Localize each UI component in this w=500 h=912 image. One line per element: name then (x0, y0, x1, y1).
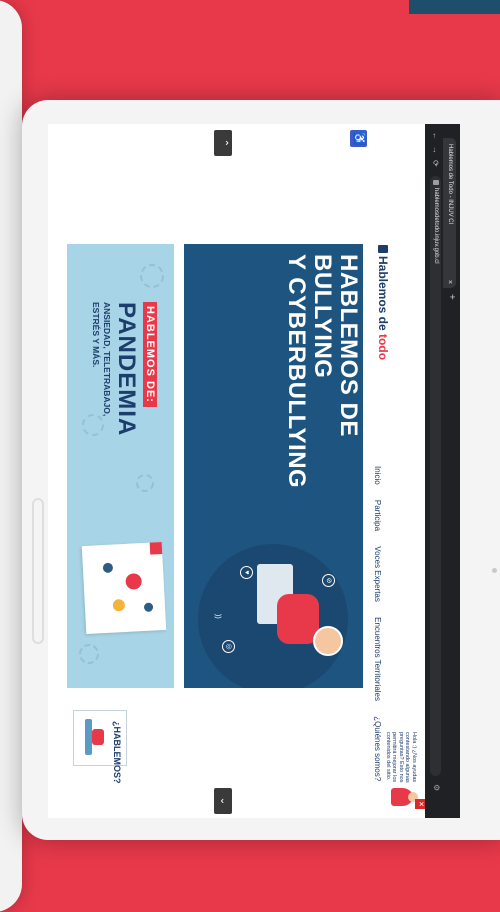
camera-icon: ◎ (222, 640, 235, 653)
chat-avatar (391, 788, 413, 806)
tab-close-icon[interactable]: × (443, 280, 456, 284)
scroll-up-button[interactable]: ⌃ (214, 130, 232, 156)
extension-icon[interactable]: ⚙ (432, 784, 441, 791)
scroll-down-button[interactable]: ⌄ (214, 788, 232, 814)
virus-icon (125, 573, 143, 590)
hablemos-ad[interactable]: ¿HABLEMOS? (73, 710, 127, 784)
virus-icon (136, 474, 154, 492)
ad-desk-illustration (85, 719, 92, 755)
virus-icon (140, 264, 164, 288)
home-button[interactable] (32, 498, 44, 644)
heart-icon: ♥ (240, 566, 253, 579)
nav-inicio[interactable]: Inicio (373, 466, 382, 485)
logo-icon (378, 245, 388, 253)
chat-widget[interactable]: Hola :) ¿Nos ayudas contestando algunas … (377, 732, 417, 812)
rotated-browser: Hablemos de Todo - INJUV Cl × + ← → ⟳ ha… (48, 124, 460, 818)
virus-icon (102, 562, 114, 574)
url-text: hablemosdetodo.injuv.gob.cl (433, 188, 439, 264)
new-tab-icon[interactable]: + (446, 294, 457, 300)
virus-icon (143, 602, 154, 612)
paper-stripe (149, 541, 163, 555)
ad-text: ¿HABLEMOS? (112, 721, 122, 784)
hero-title: HABLEMOS DE BULLYING Y CYBERBULLYING (283, 254, 362, 489)
nav-encuentros[interactable]: Encuentros Territoriales (373, 617, 382, 701)
lock-icon (433, 180, 439, 185)
camera-dot (492, 568, 497, 573)
virus-drawing-illustration (81, 541, 167, 635)
chat-text: Hola :) ¿Nos ayudas contestando algunas … (385, 732, 417, 783)
site-logo[interactable]: Hablemos de todo (376, 245, 390, 360)
chat-close-icon[interactable]: ✕ (415, 799, 425, 809)
tablet-edge (0, 0, 22, 912)
block-icon: ⊘ (322, 574, 335, 587)
web-page: ♿ ⌃ ⌄ Hablemos de todo Inicio Participa … (48, 124, 425, 818)
pandemia-subtitle: ANSIEDAD, TELETRABAJO, ESTRÉS Y MÁS. (91, 302, 112, 417)
pandemia-banner[interactable]: HABLEMOS DE: PANDEMIA ANSIEDAD, TELETRAB… (67, 244, 174, 688)
person-head-illustration (313, 626, 343, 656)
address-bar[interactable]: hablemosdetodo.injuv.gob.cl (430, 176, 441, 776)
tab-title: Hablemos de Todo - INJUV Cl (447, 144, 453, 224)
hero-banner[interactable]: HABLEMOS DE BULLYING Y CYBERBULLYING ⊘ ◎… (184, 244, 363, 688)
pandemia-title: PANDEMIA (113, 302, 140, 437)
reload-icon[interactable]: ⟳ (431, 160, 440, 167)
browser-tab[interactable]: Hablemos de Todo - INJUV Cl × (443, 138, 456, 288)
forward-icon[interactable]: → (431, 146, 440, 154)
virus-icon (112, 598, 126, 612)
virus-icon (79, 644, 99, 664)
wifi-icon: )) (214, 614, 221, 619)
nav-voces-expertas[interactable]: Voces Expertas (373, 546, 382, 602)
tablet-screen: Hablemos de Todo - INJUV Cl × + ← → ⟳ ha… (48, 124, 460, 818)
accessibility-icon[interactable]: ♿ (350, 130, 367, 147)
browser-chrome: Hablemos de Todo - INJUV Cl × + ← → ⟳ ha… (425, 124, 460, 818)
back-icon[interactable]: ← (431, 132, 440, 140)
corner-tab (409, 0, 500, 14)
ad-person-illustration (92, 729, 104, 745)
nav-participa[interactable]: Participa (373, 500, 382, 531)
pandemia-tag: HABLEMOS DE: (143, 302, 157, 407)
